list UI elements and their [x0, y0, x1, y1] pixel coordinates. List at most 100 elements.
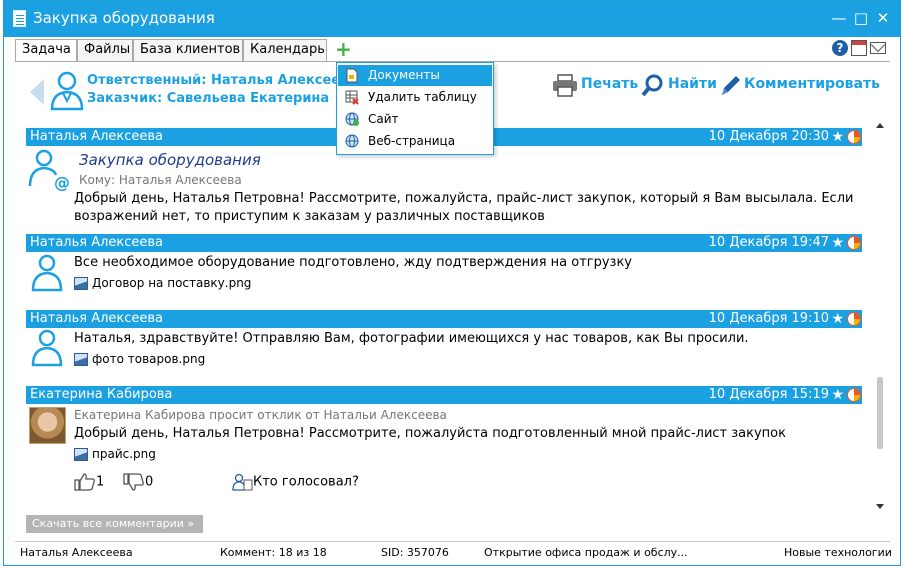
responsible-label[interactable]: Ответственный: Наталья Алексеева	[87, 73, 357, 88]
message-recipient: Кому: Наталья Алексеева	[79, 173, 242, 187]
find-button[interactable]: Найти	[668, 76, 717, 92]
menu-item-site[interactable]: Сайт	[338, 109, 492, 130]
tab-files[interactable]: Файлы	[77, 39, 133, 61]
priority-icon[interactable]	[847, 312, 861, 326]
star-icon[interactable]: ★	[831, 128, 844, 146]
pencil-icon[interactable]	[718, 73, 742, 99]
message-date: 10 Декабря 19:10	[708, 311, 829, 326]
menu-item-delete-table[interactable]: Удалить таблицу	[338, 87, 492, 108]
message-author[interactable]: Екатерина Кабирова	[30, 386, 172, 404]
message-date: 10 Декабря 20:30	[708, 129, 829, 144]
attachment-name[interactable]: Договор на поставку.png	[92, 276, 251, 290]
print-button[interactable]: Печать	[581, 76, 638, 92]
who-voted-label[interactable]: Кто голосовал?	[253, 475, 359, 490]
customer-label[interactable]: Заказчик: Савельева Екатерина	[87, 91, 329, 106]
menu-item-label: Документы	[368, 68, 440, 82]
message-body: Все необходимое оборудование подготовлен…	[74, 255, 633, 270]
message-header: Наталья Алексеева 10 Декабря 19:47 ★	[26, 234, 862, 252]
star-icon[interactable]: ★	[831, 386, 844, 404]
person-icon	[31, 329, 63, 367]
tab-calendar[interactable]: Календарь	[243, 39, 327, 61]
attachment-link[interactable]: прайс.png	[74, 447, 156, 461]
message-body: Наталья, здравствуйте! Отправляю Вам, фо…	[74, 331, 749, 346]
message-body: Добрый день, Наталья Петровна! Рассмотри…	[74, 426, 786, 441]
attachment-name[interactable]: прайс.png	[92, 447, 156, 461]
message-header: Екатерина Кабирова 10 Декабря 15:19 ★	[26, 386, 862, 404]
scroll-down-arrow-icon[interactable]	[876, 504, 884, 509]
add-tab-icon[interactable]: +	[335, 39, 352, 59]
dislike-count: 0	[145, 474, 154, 490]
maximize-button[interactable]: □	[852, 9, 870, 27]
who-voted-link[interactable]: Кто голосовал?	[231, 473, 359, 491]
thumbs-down-icon	[123, 473, 144, 491]
download-all-label: Скачать все комментарии	[32, 517, 184, 530]
help-icon[interactable]: ?	[832, 40, 848, 56]
close-button[interactable]: ✕	[874, 9, 892, 27]
status-sid: SID: 357076	[381, 546, 449, 559]
globe-icon	[345, 112, 359, 126]
status-user: Наталья Алексеева	[20, 546, 133, 559]
star-icon[interactable]: ★	[831, 310, 844, 328]
web-page-icon	[345, 134, 359, 148]
priority-icon[interactable]	[847, 130, 861, 144]
image-file-icon	[74, 353, 88, 366]
star-icon[interactable]: ★	[831, 234, 844, 252]
document-icon	[346, 68, 358, 83]
menu-item-label: Сайт	[368, 112, 399, 126]
priority-icon[interactable]	[847, 236, 861, 250]
image-file-icon	[74, 277, 88, 290]
message-header: Наталья Алексеева 10 Декабря 19:10 ★	[26, 310, 862, 328]
download-all-comments-button[interactable]: Скачать все комментарии »	[26, 515, 203, 533]
scroll-up-arrow-icon[interactable]	[876, 123, 884, 128]
email-person-icon: @	[28, 149, 70, 192]
message-author[interactable]: Наталья Алексеева	[30, 128, 163, 146]
feed-scrollbar[interactable]	[874, 123, 886, 509]
like-button[interactable]: 1	[74, 473, 104, 491]
calendar-icon[interactable]	[851, 40, 867, 56]
priority-icon[interactable]	[847, 388, 861, 402]
delete-table-icon	[345, 90, 359, 105]
status-divider	[15, 541, 890, 542]
comment-button[interactable]: Комментировать	[744, 76, 880, 92]
message-date: 10 Декабря 15:19	[708, 387, 829, 402]
dislike-button[interactable]: 0	[123, 473, 153, 491]
scroll-thumb[interactable]	[877, 377, 883, 449]
message-author[interactable]: Наталья Алексеева	[30, 310, 163, 328]
back-arrow-icon[interactable]	[30, 79, 44, 105]
insert-dropdown-menu: Документы Удалить таблицу Сайт Веб-стран…	[336, 62, 494, 155]
attachment-name[interactable]: фото товаров.png	[92, 352, 205, 366]
task-window: Закупка оборудования — □ ✕ Задача Файлы …	[3, 0, 901, 566]
tab-task[interactable]: Задача	[15, 39, 77, 62]
voters-icon	[232, 473, 253, 491]
title-bar: Закупка оборудования — □ ✕	[4, 1, 900, 37]
message-body: Добрый день, Наталья Петровна! Рассмотри…	[74, 191, 854, 224]
message-feed: Наталья Алексеева 10 Декабря 20:30 ★ @ З…	[26, 128, 862, 508]
printer-icon[interactable]	[552, 74, 578, 98]
like-count: 1	[96, 474, 105, 490]
avatar[interactable]	[29, 407, 66, 444]
mail-icon[interactable]	[870, 42, 886, 54]
window-title: Закупка оборудования	[33, 9, 215, 27]
toolbar-icons: ?	[832, 40, 888, 58]
double-chevron-down-icon: »	[187, 517, 195, 530]
person-icon	[31, 254, 63, 292]
svg-text:@: @	[54, 173, 70, 192]
feedback-request: Екатерина Кабирова просит отклик от Ната…	[74, 408, 447, 422]
image-file-icon	[74, 448, 88, 461]
attachment-link[interactable]: фото товаров.png	[74, 352, 205, 366]
menu-item-documents[interactable]: Документы	[338, 65, 492, 86]
tab-client-base[interactable]: База клиентов	[133, 39, 243, 61]
document-icon	[13, 10, 26, 27]
person-icon	[50, 71, 84, 111]
thumbs-up-icon	[74, 473, 95, 491]
status-task: Открытие офиса продаж и обслу...	[484, 546, 688, 559]
message-date: 10 Декабря 19:47	[708, 235, 829, 250]
search-icon[interactable]	[641, 74, 665, 98]
minimize-button[interactable]: —	[830, 9, 848, 27]
message-subject[interactable]: Закупка оборудования	[79, 151, 261, 169]
status-company: Новые технологии	[784, 546, 892, 559]
status-comment-count: Коммент: 18 из 18	[220, 546, 327, 559]
attachment-link[interactable]: Договор на поставку.png	[74, 276, 251, 290]
message-author[interactable]: Наталья Алексеева	[30, 234, 163, 252]
menu-item-web-page[interactable]: Веб-страница	[338, 131, 492, 152]
